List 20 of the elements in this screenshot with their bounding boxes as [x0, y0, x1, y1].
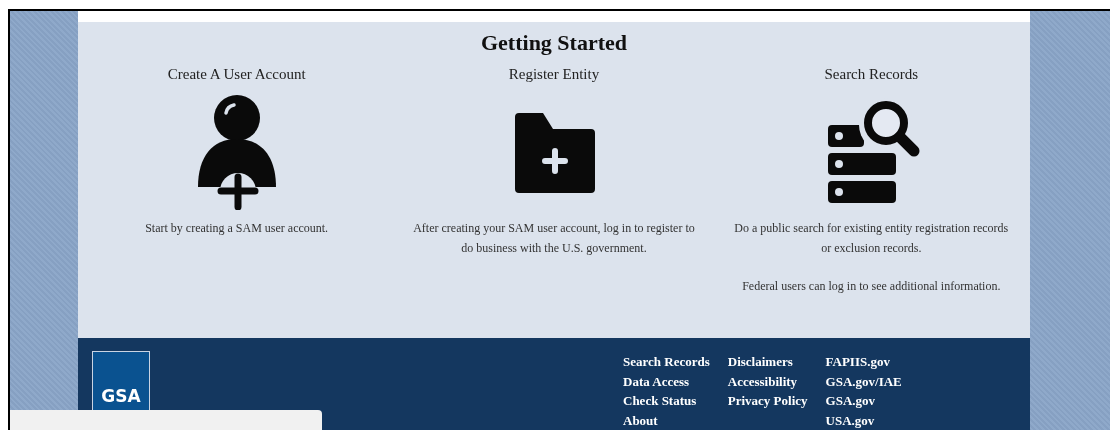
footer-link[interactable]: Accessibility — [727, 371, 808, 391]
gsa-logo[interactable]: GSA — [92, 351, 150, 413]
footer-link[interactable]: Privacy Policy — [727, 391, 808, 411]
footer-link[interactable]: About — [623, 410, 710, 430]
card-description: After creating your SAM user account, log in to register to do business with the U.S. government. — [413, 219, 695, 257]
footer-link[interactable]: GSA.gov — [825, 391, 902, 411]
footer-link[interactable]: Data Access — [623, 371, 710, 391]
footer-link[interactable]: Disclaimers — [727, 352, 808, 372]
footer-link[interactable]: Search Records — [623, 352, 710, 372]
card-heading: Search Records — [824, 65, 919, 83]
card-description: Do a public search for existing entity registration records or exclusion records. — [733, 219, 1010, 257]
footer-link[interactable]: GSA.gov/IAE — [825, 371, 902, 391]
card-description: Federal users can log in to see additional information. — [741, 277, 1002, 295]
footer-link[interactable]: FAPIIS.gov — [825, 352, 902, 372]
card-heading: Register Entity — [508, 65, 600, 83]
card-description: Start by creating a SAM user account. — [144, 219, 330, 237]
section-title: Getting Started — [481, 29, 627, 56]
footer-link[interactable]: Check Status — [623, 391, 710, 411]
card-heading: Create A User Account — [167, 65, 306, 83]
footer-link[interactable]: USA.gov — [825, 410, 902, 430]
